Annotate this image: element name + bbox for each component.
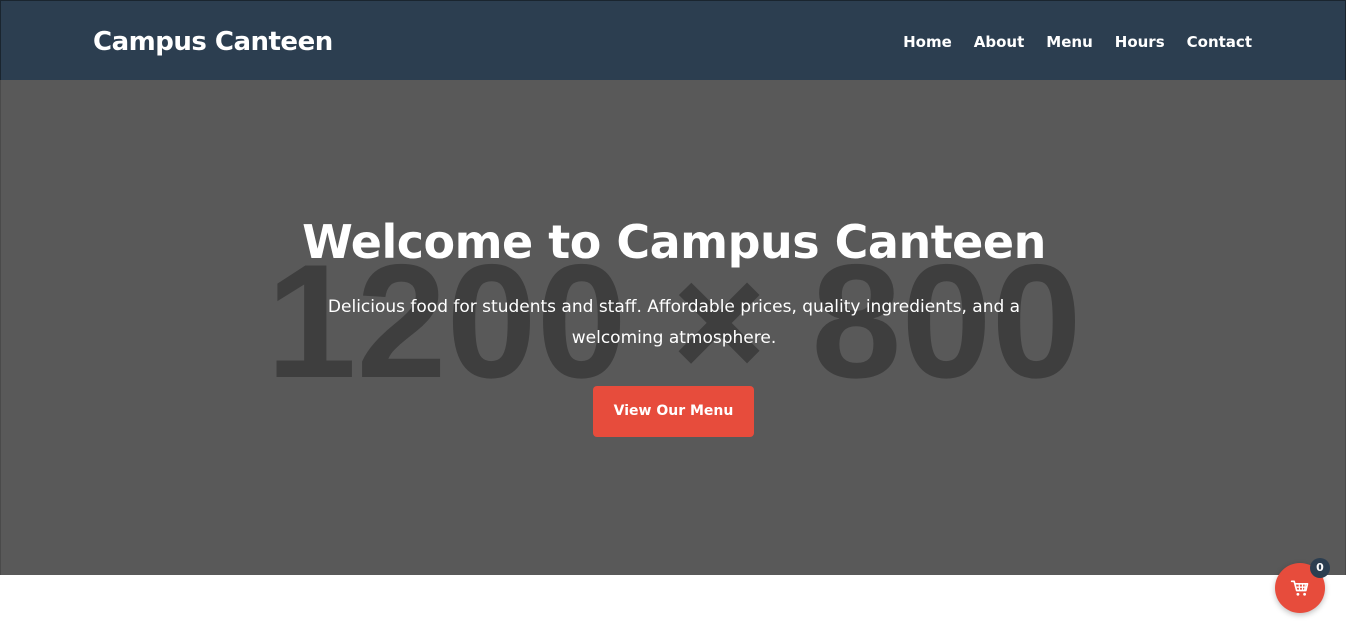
hero-section: 1200 × 800 Welcome to Campus Canteen Del… <box>0 80 1346 575</box>
cart-count-badge: 0 <box>1310 558 1330 578</box>
navbar: Campus Canteen Home About Menu Hours Con… <box>0 0 1346 80</box>
view-menu-button[interactable]: View Our Menu <box>593 386 754 437</box>
cart-icon <box>1290 580 1309 596</box>
nav-link-about[interactable]: About <box>974 31 1025 53</box>
nav-link-hours[interactable]: Hours <box>1115 31 1165 53</box>
hero-title: Welcome to Campus Canteen <box>302 215 1046 269</box>
brand-logo[interactable]: Campus Canteen <box>93 25 333 59</box>
nav-link-contact[interactable]: Contact <box>1187 31 1252 53</box>
hero-subtitle: Delicious food for students and staff. A… <box>327 297 1021 348</box>
content-section <box>0 575 1346 643</box>
main-nav: Home About Menu Hours Contact <box>903 31 1252 53</box>
nav-link-home[interactable]: Home <box>903 31 952 53</box>
nav-link-menu[interactable]: Menu <box>1046 31 1092 53</box>
page: Campus Canteen Home About Menu Hours Con… <box>0 0 1346 643</box>
